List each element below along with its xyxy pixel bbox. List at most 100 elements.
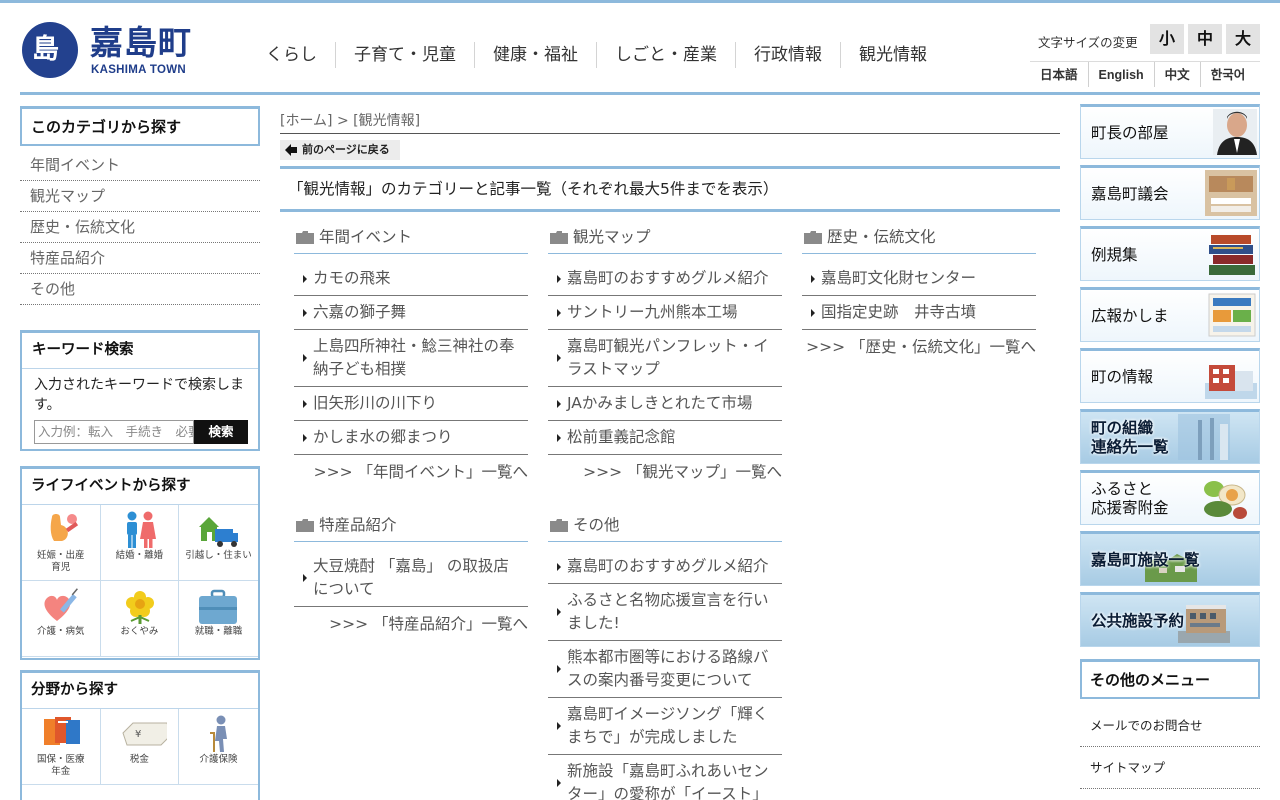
language-switcher: 日本語 English 中文 한국어 — [1030, 61, 1260, 87]
article-link[interactable]: 嘉島町文化財センター — [802, 262, 1036, 296]
global-nav: くらし 子育て・児童 健康・福祉 しごと・産業 行政情報 観光情報 — [248, 42, 945, 68]
banner-label: ふるさと 応援寄附金 — [1091, 480, 1169, 517]
nav-shigoto[interactable]: しごと・産業 — [596, 42, 735, 68]
article-link[interactable]: サントリー九州熊本工場 — [548, 296, 782, 330]
back-button[interactable]: 前のページに戻る — [280, 140, 400, 160]
field-tile-tax[interactable]: ¥ 税金 — [100, 709, 180, 785]
field-tile-care-insurance[interactable]: 介護保険 — [179, 709, 258, 785]
life-tile-job[interactable]: 就職・離職 — [179, 581, 258, 657]
nav-kurashi[interactable]: くらし — [248, 42, 335, 68]
moving-truck-icon — [199, 517, 239, 547]
font-size-label: 文字サイズの変更 — [1038, 35, 1138, 50]
banner-town-info[interactable]: 町の情報 — [1080, 348, 1260, 403]
article-link[interactable]: 旧矢形川の川下り — [294, 387, 528, 421]
breadcrumb[interactable]: [ホーム] > [観光情報] — [280, 108, 1060, 134]
banner-organization[interactable]: 町の組織 連絡先一覧 — [1080, 409, 1260, 464]
field-tile-insurance[interactable]: 国保・医療 年金 — [22, 709, 101, 785]
bullet-arrow-icon — [811, 274, 815, 283]
briefcase-icon — [199, 589, 238, 624]
article-link[interactable]: 熊本都市圏等における路線バスの案内番号変更について — [548, 641, 782, 698]
category-heading[interactable]: その他 — [548, 508, 782, 542]
banner-reservation[interactable]: 公共施設予約 — [1080, 592, 1260, 647]
nav-kosodate[interactable]: 子育て・児童 — [335, 42, 474, 68]
other-menu-title: その他のメニュー — [1080, 659, 1260, 699]
more-link[interactable]: >>> 「年間イベント」一覧へ — [294, 455, 528, 484]
article-link[interactable]: 嘉島町イメージソング「輝くまちで」が完成しました — [548, 698, 782, 755]
contact-mail-link[interactable]: メールでのお問合せ — [1080, 705, 1260, 747]
life-tile-moving[interactable]: 引越し・住まい — [179, 505, 258, 581]
folder-icon — [550, 231, 568, 244]
category-heading[interactable]: 特産品紹介 — [294, 508, 528, 542]
article-link[interactable]: 松前重義記念館 — [548, 421, 782, 455]
article-link[interactable]: 新施設「嘉島町ふれあいセンター」の愛称が「イースト」 — [548, 755, 782, 800]
search-button[interactable]: 検索 — [194, 420, 248, 444]
banner-assembly[interactable]: 嘉島町議会 — [1080, 165, 1260, 220]
lang-english[interactable]: English — [1087, 62, 1154, 87]
bullet-arrow-icon — [557, 608, 561, 616]
back-arrow-icon — [285, 144, 297, 156]
life-tile-condolence[interactable]: おくやみ — [100, 581, 180, 657]
more-link[interactable]: >>> 「特産品紹介」一覧へ — [294, 607, 528, 636]
category-heading[interactable]: 観光マップ — [548, 220, 782, 254]
category-heading[interactable]: 年間イベント — [294, 220, 528, 254]
banner-newsletter[interactable]: 広報かしま — [1080, 287, 1260, 342]
life-tile-marriage[interactable]: 結婚・離婚 — [100, 505, 180, 581]
bullet-arrow-icon — [303, 274, 307, 283]
article-title: 新施設「嘉島町ふれあいセンター」の愛称が「イースト」 — [567, 762, 769, 800]
category-heading-label: 観光マップ — [573, 228, 651, 246]
article-link[interactable]: カモの飛来 — [294, 262, 528, 296]
lang-japanese[interactable]: 日本語 — [1030, 62, 1088, 87]
category-link-products[interactable]: 特産品紹介 — [20, 243, 260, 274]
font-size-medium-button[interactable]: 中 — [1188, 24, 1222, 54]
category-nav-title: このカテゴリから探す — [20, 106, 260, 146]
article-link[interactable]: 国指定史跡 井寺古墳 — [802, 296, 1036, 330]
category-heading[interactable]: 歴史・伝統文化 — [802, 220, 1036, 254]
category-link-map[interactable]: 観光マップ — [20, 181, 260, 212]
keyword-search-title: キーワード検索 — [22, 333, 258, 369]
site-logo[interactable]: 島 嘉島町 KASHIMA TOWN — [22, 22, 192, 82]
banner-mayor[interactable]: 町長の部屋 — [1080, 104, 1260, 159]
article-link[interactable]: 六嘉の獅子舞 — [294, 296, 528, 330]
article-title: ふるさと名物応援宣言を行いました! — [567, 591, 769, 632]
lang-chinese[interactable]: 中文 — [1153, 62, 1200, 87]
sitemap-link[interactable]: サイトマップ — [1080, 747, 1260, 789]
life-tile-pregnancy[interactable]: 妊娠・出産 育児 — [22, 505, 101, 581]
category-link-other[interactable]: その他 — [20, 274, 260, 305]
life-tile-label: 引越し・住まい — [185, 550, 252, 561]
top-accent-bar — [0, 0, 1280, 3]
life-tile-care[interactable]: 介護・病気 — [22, 581, 101, 657]
banner-facilities[interactable]: 嘉島町施設一覧 — [1080, 531, 1260, 586]
more-link[interactable]: >>> 「観光マップ」一覧へ — [548, 455, 782, 484]
bullet-arrow-icon — [303, 574, 307, 582]
article-link[interactable]: 大豆焼酎 「嘉島」 の取扱店について — [294, 550, 528, 607]
bullet-arrow-icon — [303, 433, 307, 442]
category-link-history[interactable]: 歴史・伝統文化 — [20, 212, 260, 243]
search-input[interactable]: 入力例：転入 手続き 必要書類 — [34, 420, 194, 444]
article-title: 嘉島町のおすすめグルメ紹介 — [567, 557, 769, 575]
article-link[interactable]: 嘉島町のおすすめグルメ紹介 — [548, 262, 782, 296]
town-emblem-icon: 島 — [22, 22, 78, 78]
font-size-small-button[interactable]: 小 — [1150, 24, 1184, 54]
nav-kenko[interactable]: 健康・福祉 — [474, 42, 596, 68]
category-block-other: その他 嘉島町のおすすめグルメ紹介 ふるさと名物応援宣言を行いました! 熊本都市… — [548, 508, 782, 800]
article-link[interactable]: 嘉島町のおすすめグルメ紹介 — [548, 550, 782, 584]
font-size-large-button[interactable]: 大 — [1226, 24, 1260, 54]
more-link[interactable]: >>> 「歴史・伝統文化」一覧へ — [802, 330, 1036, 359]
life-tile-label: おくやみ — [120, 626, 159, 637]
article-link[interactable]: 上島四所神社・鯰三神社の奉納子ども相撲 — [294, 330, 528, 387]
article-link[interactable]: かしま水の郷まつり — [294, 421, 528, 455]
banner-furusato[interactable]: ふるさと 応援寄附金 — [1080, 470, 1260, 525]
category-link-events[interactable]: 年間イベント — [20, 150, 260, 181]
article-link[interactable]: 嘉島町観光パンフレット・イラストマップ — [548, 330, 782, 387]
article-link[interactable]: ふるさと名物応援宣言を行いました! — [548, 584, 782, 641]
lang-korean[interactable]: 한국어 — [1199, 62, 1256, 87]
nav-kanko[interactable]: 観光情報 — [840, 42, 945, 68]
nav-gyosei[interactable]: 行政情報 — [735, 42, 840, 68]
article-title: 旧矢形川の川下り — [313, 394, 438, 412]
heart-syringe-icon — [44, 588, 78, 621]
article-link[interactable]: JAかみましきとれたて市場 — [548, 387, 782, 421]
article-title: 嘉島町文化財センター — [821, 269, 977, 287]
banner-regulations[interactable]: 例規集 — [1080, 226, 1260, 281]
article-title: 国指定史跡 井寺古墳 — [821, 303, 977, 321]
bullet-arrow-icon — [557, 665, 561, 673]
